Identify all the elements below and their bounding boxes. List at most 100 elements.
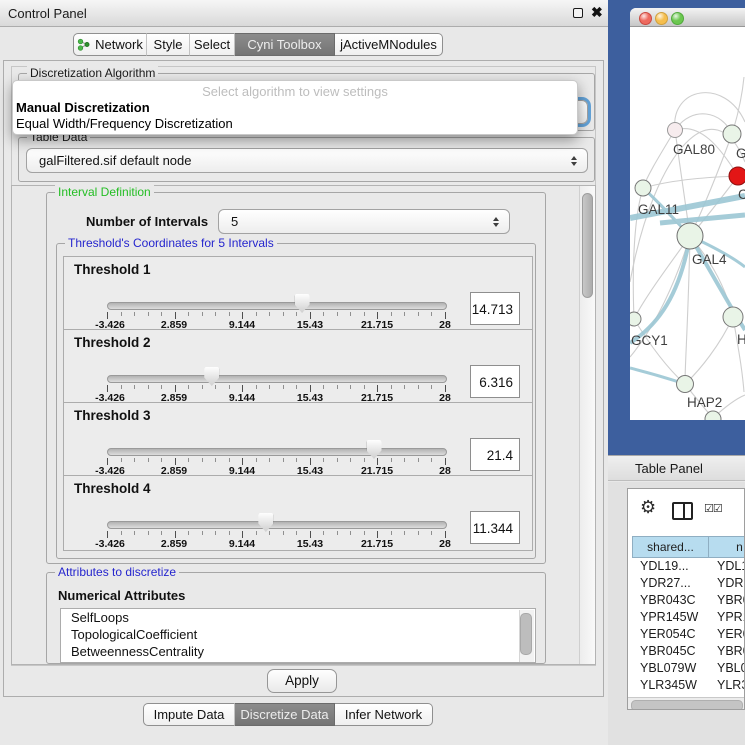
tick-mark: [269, 458, 270, 462]
tick-mark: [161, 531, 162, 535]
slider-track[interactable]: [107, 521, 447, 529]
num-intervals-value: 5: [231, 214, 238, 229]
attribute-list-item[interactable]: BetweennessCentrality: [61, 643, 535, 660]
table-row[interactable]: YBR043C YBR0: [632, 592, 745, 609]
tick-mark: [377, 531, 378, 538]
node-gal4[interactable]: [677, 223, 703, 249]
table-row[interactable]: YDL19... YDL1: [632, 558, 745, 575]
tick-mark: [242, 312, 243, 319]
table-cell[interactable]: YDL19...: [640, 558, 689, 575]
slider-thumb[interactable]: [258, 513, 273, 532]
threshold-value-field[interactable]: 6.316: [470, 365, 520, 398]
table-row[interactable]: YLR345W YLR3: [632, 677, 745, 694]
attribute-list-item[interactable]: TopologicalCoefficient: [61, 626, 535, 643]
table-row[interactable]: YBL079W YBL0: [632, 660, 745, 677]
tick-mark: [337, 385, 338, 389]
table-row[interactable]: YBR045C YBR0: [632, 643, 745, 660]
table-row[interactable]: YPR145W YPR1: [632, 609, 745, 626]
tick-mark: [404, 385, 405, 389]
attribute-list-item[interactable]: SelfLoops: [61, 609, 535, 626]
threshold-value-field[interactable]: 14.713: [470, 292, 520, 325]
zoom-traffic-light-icon[interactable]: [671, 12, 684, 25]
tick-mark: [310, 531, 311, 538]
tick-mark: [121, 385, 122, 389]
column-header-name[interactable]: n: [709, 536, 745, 558]
node-partial-mid-right[interactable]: [723, 307, 743, 327]
threshold-panel-1: Threshold 1 -3.4262.8599.14415.4321.7152…: [63, 256, 533, 332]
close-icon[interactable]: ✖: [591, 4, 603, 21]
node-label: GAL80: [673, 142, 715, 157]
tick-mark: [296, 531, 297, 535]
node-gcy1[interactable]: [630, 312, 641, 326]
tick-mark: [337, 458, 338, 462]
table-cell[interactable]: YBR0: [717, 592, 745, 609]
minimize-traffic-light-icon[interactable]: [655, 12, 668, 25]
node-selected-red[interactable]: [729, 167, 745, 185]
node-hap2[interactable]: [677, 376, 694, 393]
tab-discretize-data[interactable]: Discretize Data: [235, 703, 335, 726]
table-cell[interactable]: YBR0: [717, 643, 745, 660]
table-cell[interactable]: YBL079W: [640, 660, 696, 677]
close-traffic-light-icon[interactable]: [639, 12, 652, 25]
table-cell[interactable]: YPR145W: [640, 609, 698, 626]
slider-thumb[interactable]: [295, 294, 310, 313]
algorithm-dropdown-popup: Select algorithm to view settings Manual…: [12, 80, 578, 135]
tab-cyni-toolbox[interactable]: Cyni Toolbox: [235, 33, 335, 56]
tab-select[interactable]: Select: [190, 33, 235, 56]
horizontal-scrollbar-thumb[interactable]: [631, 700, 743, 710]
select-columns-icon[interactable]: ☑☑: [704, 502, 722, 515]
tick-mark: [364, 312, 365, 316]
list-scrollbar[interactable]: [519, 610, 534, 663]
slider-track[interactable]: [107, 302, 447, 310]
tab-network[interactable]: Network: [73, 33, 147, 56]
table-cell[interactable]: YLR3: [717, 677, 745, 694]
split-columns-icon[interactable]: [672, 502, 693, 520]
threshold-value-field[interactable]: 21.4: [470, 438, 520, 471]
network-icon: [77, 38, 90, 51]
table-cell[interactable]: YLR345W: [640, 677, 697, 694]
tick-mark: [242, 458, 243, 465]
table-cell[interactable]: YDR27...: [640, 575, 691, 592]
slider-track[interactable]: [107, 448, 447, 456]
tab-style[interactable]: Style: [147, 33, 190, 56]
table-cell[interactable]: YBL0: [717, 660, 745, 677]
table-row[interactable]: YER054C YER0: [632, 626, 745, 643]
node-gal11[interactable]: [635, 180, 651, 196]
table-row[interactable]: YDR27... YDR2: [632, 575, 745, 592]
numerical-attributes-list[interactable]: SelfLoopsTopologicalCoefficientBetweenne…: [60, 608, 536, 663]
slider-track[interactable]: [107, 375, 447, 383]
vertical-scrollbar-thumb[interactable]: [582, 193, 593, 298]
table-data-combobox[interactable]: galFiltered.sif default node: [26, 148, 588, 173]
tab-impute-data[interactable]: Impute Data: [143, 703, 235, 726]
table-cell[interactable]: YBR045C: [640, 643, 696, 660]
table-cell[interactable]: YDL1: [717, 558, 745, 575]
slider-thumb[interactable]: [367, 440, 382, 459]
table-cell[interactable]: YER0: [717, 626, 745, 643]
dropdown-option-equal-width-frequency[interactable]: Equal Width/Frequency Discretization: [16, 116, 233, 131]
num-intervals-combobox[interactable]: 5: [218, 209, 510, 234]
tab-jactivemnodules[interactable]: jActiveMNodules: [335, 33, 443, 56]
tab-label: Cyni Toolbox: [247, 37, 321, 52]
table-cell[interactable]: YPR1: [717, 609, 745, 626]
float-window-icon[interactable]: [573, 8, 583, 18]
dropdown-option-manual-discretization[interactable]: Manual Discretization: [16, 100, 150, 115]
gear-icon[interactable]: ⚙: [640, 497, 656, 518]
list-scrollbar-thumb[interactable]: [520, 613, 532, 655]
node-partial-top-right[interactable]: [723, 125, 741, 143]
network-canvas[interactable]: GAL80 G C GAL11 GAL4 GCY1 H HAP2: [630, 27, 745, 420]
network-nodes[interactable]: [630, 123, 745, 421]
slider-thumb[interactable]: [204, 367, 219, 386]
column-header-shared-name[interactable]: shared...: [632, 536, 709, 558]
horizontal-scrollbar[interactable]: [628, 697, 745, 710]
node-gal80[interactable]: [668, 123, 683, 138]
table-cell[interactable]: YER054C: [640, 626, 696, 643]
combo-arrows-icon: [493, 217, 499, 227]
table-cell[interactable]: YDR2: [717, 575, 745, 592]
table-cell[interactable]: YBR043C: [640, 592, 696, 609]
apply-button[interactable]: Apply: [267, 669, 337, 693]
threshold-value-field[interactable]: 11.344: [470, 511, 520, 544]
network-window-titlebar[interactable]: [630, 8, 745, 27]
tab-label: jActiveMNodules: [340, 37, 437, 52]
tick-mark: [364, 385, 365, 389]
tab-infer-network[interactable]: Infer Network: [335, 703, 433, 726]
